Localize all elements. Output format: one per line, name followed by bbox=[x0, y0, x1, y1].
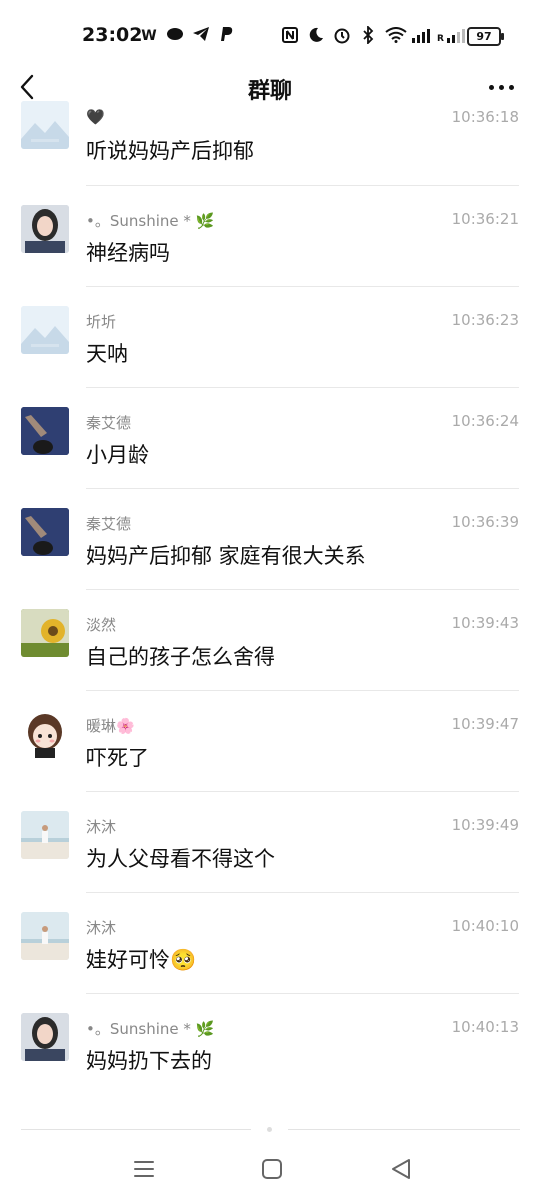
svg-text:R: R bbox=[437, 34, 444, 43]
message-time: 10:36:39 bbox=[451, 513, 519, 531]
paypal-icon bbox=[218, 26, 236, 46]
avatar[interactable] bbox=[21, 306, 69, 354]
sender-name: 暖琳🌸 bbox=[86, 717, 135, 735]
alarm-icon bbox=[333, 26, 351, 48]
weibo-icon bbox=[166, 27, 184, 45]
list-item[interactable]: 沐沐 10:40:10 娃好可怜🥺 bbox=[0, 893, 540, 994]
avatar[interactable] bbox=[21, 710, 69, 758]
triangle-back-icon bbox=[392, 1159, 410, 1179]
roaming-signal-icon: R bbox=[437, 27, 465, 47]
dot-icon bbox=[498, 84, 504, 90]
message-text: 神经病吗 bbox=[86, 241, 170, 265]
sender-name: 秦艾德 bbox=[86, 515, 132, 533]
list-item[interactable]: 暖琳🌸 10:39:47 吓死了 bbox=[0, 691, 540, 792]
telegram-icon bbox=[192, 26, 210, 46]
dot-icon bbox=[508, 84, 514, 90]
avatar[interactable] bbox=[21, 912, 69, 960]
battery-indicator: 97 bbox=[467, 27, 504, 46]
list-item[interactable]: •。Sunshine * 🌿 10:36:21 神经病吗 bbox=[0, 186, 540, 287]
message-time: 10:39:43 bbox=[451, 614, 519, 632]
signal-icon bbox=[411, 27, 430, 47]
status-right-icons: R bbox=[281, 24, 465, 48]
status-time: 23:02 bbox=[82, 24, 143, 46]
list-item[interactable]: 秦艾德 10:36:39 妈妈产后抑郁 家庭有很大关系 bbox=[0, 489, 540, 590]
avatar[interactable] bbox=[21, 407, 69, 455]
message-text: 妈妈产后抑郁 家庭有很大关系 bbox=[86, 544, 366, 568]
more-options-button[interactable] bbox=[484, 70, 518, 104]
status-left-icons: W bbox=[140, 26, 236, 46]
message-text: 自己的孩子怎么舍得 bbox=[86, 645, 275, 669]
message-text: 娃好可怜🥺 bbox=[86, 948, 197, 972]
avatar[interactable] bbox=[21, 609, 69, 657]
message-text: 小月龄 bbox=[86, 443, 149, 467]
sender-name: 淡然 bbox=[86, 616, 117, 634]
sender-name: 圻圻 bbox=[86, 313, 117, 331]
sender-name: 秦艾德 bbox=[86, 414, 132, 432]
message-list: 🖤 10:36:18 听说妈妈产后抑郁 •。Sunshine * 🌿 10:36… bbox=[0, 101, 540, 1095]
avatar[interactable] bbox=[21, 205, 69, 253]
avatar[interactable] bbox=[21, 1013, 69, 1061]
message-text: 天呐 bbox=[86, 342, 128, 366]
sender-name: 沐沐 bbox=[86, 919, 117, 937]
list-item[interactable]: 圻圻 10:36:23 天呐 bbox=[0, 287, 540, 388]
list-item[interactable]: 沐沐 10:39:49 为人父母看不得这个 bbox=[0, 792, 540, 893]
divider bbox=[21, 1129, 251, 1130]
list-item[interactable]: 淡然 10:39:43 自己的孩子怎么舍得 bbox=[0, 590, 540, 691]
message-time: 10:36:23 bbox=[451, 311, 519, 329]
bluetooth-icon bbox=[359, 24, 377, 48]
square-icon bbox=[262, 1159, 282, 1179]
menu-button[interactable] bbox=[131, 1156, 157, 1182]
divider bbox=[288, 1129, 520, 1130]
message-text: 妈妈扔下去的 bbox=[86, 1049, 212, 1073]
menu-icon bbox=[134, 1161, 154, 1177]
message-text: 为人父母看不得这个 bbox=[86, 847, 275, 871]
wifi-icon bbox=[385, 27, 407, 47]
message-time: 10:40:13 bbox=[451, 1018, 519, 1036]
message-time: 10:39:47 bbox=[451, 715, 519, 733]
sender-name: 沐沐 bbox=[86, 818, 117, 836]
list-item[interactable]: 🖤 10:36:18 听说妈妈产后抑郁 bbox=[0, 101, 540, 186]
message-time: 10:40:10 bbox=[451, 917, 519, 935]
back-system-button[interactable] bbox=[388, 1156, 414, 1182]
message-time: 10:36:18 bbox=[451, 108, 519, 126]
system-nav-bar bbox=[0, 1140, 540, 1200]
message-text: 听说妈妈产后抑郁 bbox=[86, 139, 254, 163]
message-time: 10:39:49 bbox=[451, 816, 519, 834]
message-text: 吓死了 bbox=[86, 746, 149, 770]
dot-icon bbox=[488, 84, 494, 90]
moon-icon bbox=[307, 27, 325, 47]
page-title: 群聊 bbox=[247, 79, 292, 104]
list-item[interactable]: 秦艾德 10:36:24 小月龄 bbox=[0, 388, 540, 489]
message-time: 10:36:21 bbox=[451, 210, 519, 228]
avatar[interactable] bbox=[21, 101, 69, 149]
avatar[interactable] bbox=[21, 811, 69, 859]
home-button[interactable] bbox=[259, 1156, 285, 1182]
w-app-icon: W bbox=[141, 28, 157, 44]
status-bar: 23:02 W R 97 bbox=[0, 0, 540, 70]
sender-name: •。Sunshine * 🌿 bbox=[86, 212, 215, 230]
divider-dot bbox=[267, 1127, 272, 1132]
nfc-icon bbox=[281, 27, 299, 47]
list-item[interactable]: •。Sunshine * 🌿 10:40:13 妈妈扔下去的 bbox=[0, 994, 540, 1095]
avatar[interactable] bbox=[21, 508, 69, 556]
sender-name: 🖤 bbox=[86, 108, 105, 126]
message-time: 10:36:24 bbox=[451, 412, 519, 430]
sender-name: •。Sunshine * 🌿 bbox=[86, 1020, 215, 1038]
